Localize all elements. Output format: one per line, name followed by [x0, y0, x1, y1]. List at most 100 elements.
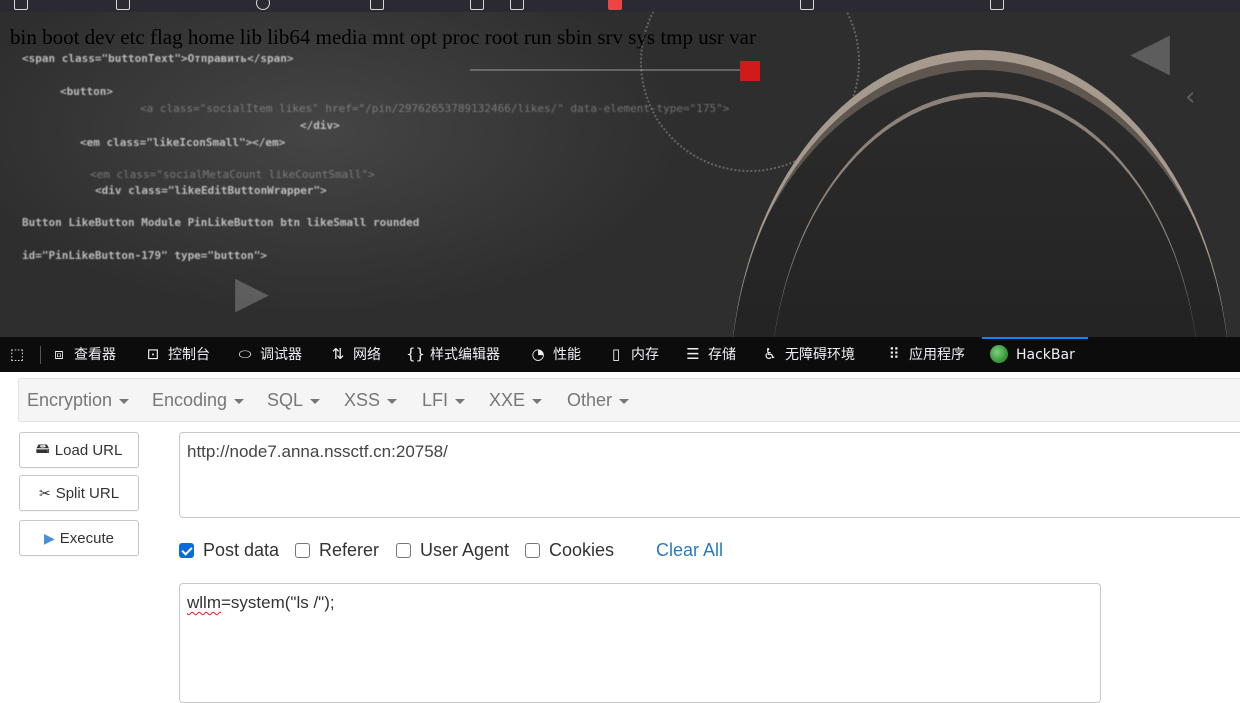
tab-performance[interactable]: ◔ 性能 [529, 337, 581, 372]
referer-option[interactable]: Referer [295, 540, 379, 561]
load-url-icon: 🖴 [35, 440, 50, 456]
style-editor-icon: {} [406, 345, 426, 363]
menu-lfi[interactable]: LFI [422, 379, 466, 421]
menu-label: XXE [489, 390, 526, 410]
option-label: Cookies [549, 540, 615, 560]
background-code-line: Button LikeButton Module PinLikeButton b… [22, 216, 420, 229]
post-data-option[interactable]: Post data [179, 540, 279, 561]
tab-application[interactable]: ⠿ 应用程序 [885, 337, 966, 372]
tab-hackbar[interactable]: HackBar [982, 337, 1088, 370]
tab-style-editor[interactable]: {} 样式编辑器 [406, 337, 500, 372]
devtools-toolbar: ⬚ ⧈ 查看器 ⊡ 控制台 ⬭ 调试器 ⇅ 网络 {} 样式编辑器 ◔ 性能 ▯ 内存 ☰ 存储… [0, 337, 1240, 373]
background-code-line: <a class="socialItem likes" href="/pin/2… [140, 102, 730, 115]
tab-label: 内存 [631, 347, 659, 363]
tab-label: 调试器 [260, 347, 302, 363]
web-page-viewport: ◀ ‹ ▶ <span class="buttonText">Отправить… [0, 12, 1240, 337]
hackbar-icon [990, 344, 1008, 363]
split-url-icon: ✂ [38, 484, 51, 501]
bookmark-item[interactable] [116, 0, 136, 10]
tab-label: HackBar [1016, 347, 1075, 363]
memory-icon: ▯ [611, 345, 621, 363]
bookmarks-bar [0, 0, 1240, 12]
tab-accessibility[interactable]: ♿ 无障碍环境 [761, 337, 855, 372]
application-icon: ⠿ [888, 345, 900, 363]
menu-xss[interactable]: XSS [344, 379, 398, 421]
hackbar-panel: Encryption Encoding SQL XSS LFI XXE Othe… [0, 372, 1240, 703]
caret-down-icon [119, 398, 130, 404]
bookmark-item[interactable] [608, 0, 628, 10]
bookmark-item[interactable] [470, 0, 490, 10]
menu-label: Other [567, 390, 613, 410]
console-icon: ⊡ [146, 345, 160, 363]
bookmark-item[interactable] [510, 0, 530, 10]
bookmark-item[interactable] [14, 0, 34, 10]
tab-label: 样式编辑器 [430, 347, 500, 363]
background-code-line: </div> [300, 119, 340, 132]
post-data-textarea[interactable]: wllm=system("ls /"); [179, 583, 1101, 703]
caret-down-icon [310, 398, 321, 404]
url-textarea[interactable]: http://node7.anna.nssctf.cn:20758/ [179, 432, 1240, 518]
option-label: Post data [203, 540, 280, 560]
background-code-line: <em class="likeIconSmall"></em> [80, 136, 286, 149]
caret-down-icon [532, 398, 543, 404]
tab-debugger[interactable]: ⬭ 调试器 [236, 337, 302, 372]
menu-sql[interactable]: SQL [267, 379, 321, 421]
button-label: Execute [59, 529, 114, 547]
arrow-left-icon: ◀ [1130, 22, 1170, 82]
execute-button[interactable]: ▶ Execute [19, 520, 139, 556]
caret-down-icon [234, 398, 245, 404]
tab-storage[interactable]: ☰ 存储 [684, 337, 736, 372]
accessibility-icon: ♿ [763, 345, 777, 363]
menu-label: LFI [422, 390, 449, 410]
performance-icon: ◔ [531, 345, 545, 363]
tab-label: 控制台 [168, 347, 210, 363]
clear-all-link[interactable]: Clear All [656, 540, 723, 561]
post-data-value: =system("ls /"); [221, 593, 335, 612]
network-icon: ⇅ [331, 345, 345, 363]
background-code-line: <span class="buttonText">Отправить</span… [22, 52, 294, 65]
tab-console[interactable]: ⊡ 控制台 [144, 337, 210, 372]
menu-other[interactable]: Other [567, 379, 630, 421]
background-code-line: <button> [60, 85, 113, 98]
decorative-red-square [740, 61, 760, 81]
spellcheck-word: wllm [187, 593, 221, 612]
tab-inspector[interactable]: ⧈ 查看器 [50, 337, 116, 372]
element-picker-button[interactable]: ⬚ [8, 337, 32, 372]
button-label: Load URL [54, 441, 123, 459]
caret-down-icon [619, 398, 630, 404]
tab-network[interactable]: ⇅ 网络 [329, 337, 381, 372]
menu-encryption[interactable]: Encryption [27, 379, 130, 421]
cookies-checkbox[interactable] [525, 543, 540, 558]
caret-down-icon [387, 398, 398, 404]
cookies-option[interactable]: Cookies [525, 540, 614, 561]
hackbar-menubar: Encryption Encoding SQL XSS LFI XXE Othe… [18, 378, 1240, 422]
option-label: Referer [319, 540, 380, 560]
user-agent-checkbox[interactable] [396, 543, 411, 558]
toolbar-divider [40, 346, 41, 364]
bookmark-item[interactable] [370, 0, 390, 10]
menu-xxe[interactable]: XXE [489, 379, 543, 421]
debugger-icon: ⬭ [238, 345, 252, 363]
button-label: Split URL [55, 484, 120, 502]
post-data-checkbox[interactable] [179, 543, 194, 558]
load-url-button[interactable]: 🖴 Load URL [19, 432, 139, 468]
tab-memory[interactable]: ▯ 内存 [607, 337, 659, 372]
background-code-line: <em class="socialMetaCount likeCountSmal… [90, 168, 375, 181]
bookmark-item[interactable] [256, 0, 276, 10]
element-picker-icon: ⬚ [9, 345, 25, 363]
tab-label: 性能 [553, 347, 581, 363]
user-agent-option[interactable]: User Agent [396, 540, 509, 561]
caret-down-icon [455, 398, 466, 404]
play-icon: ▶ [44, 529, 55, 546]
tab-label: 存储 [708, 347, 736, 363]
split-url-button[interactable]: ✂ Split URL [19, 475, 139, 511]
inspector-icon: ⧈ [54, 345, 64, 363]
bookmark-item[interactable] [800, 0, 820, 10]
bookmark-item[interactable] [990, 0, 1010, 10]
referer-checkbox[interactable] [295, 543, 310, 558]
tab-label: 应用程序 [909, 347, 965, 363]
menu-label: XSS [344, 390, 381, 410]
arrow-right-icon: ▶ [235, 267, 269, 318]
tab-label: 网络 [353, 347, 381, 363]
menu-encoding[interactable]: Encoding [152, 379, 245, 421]
